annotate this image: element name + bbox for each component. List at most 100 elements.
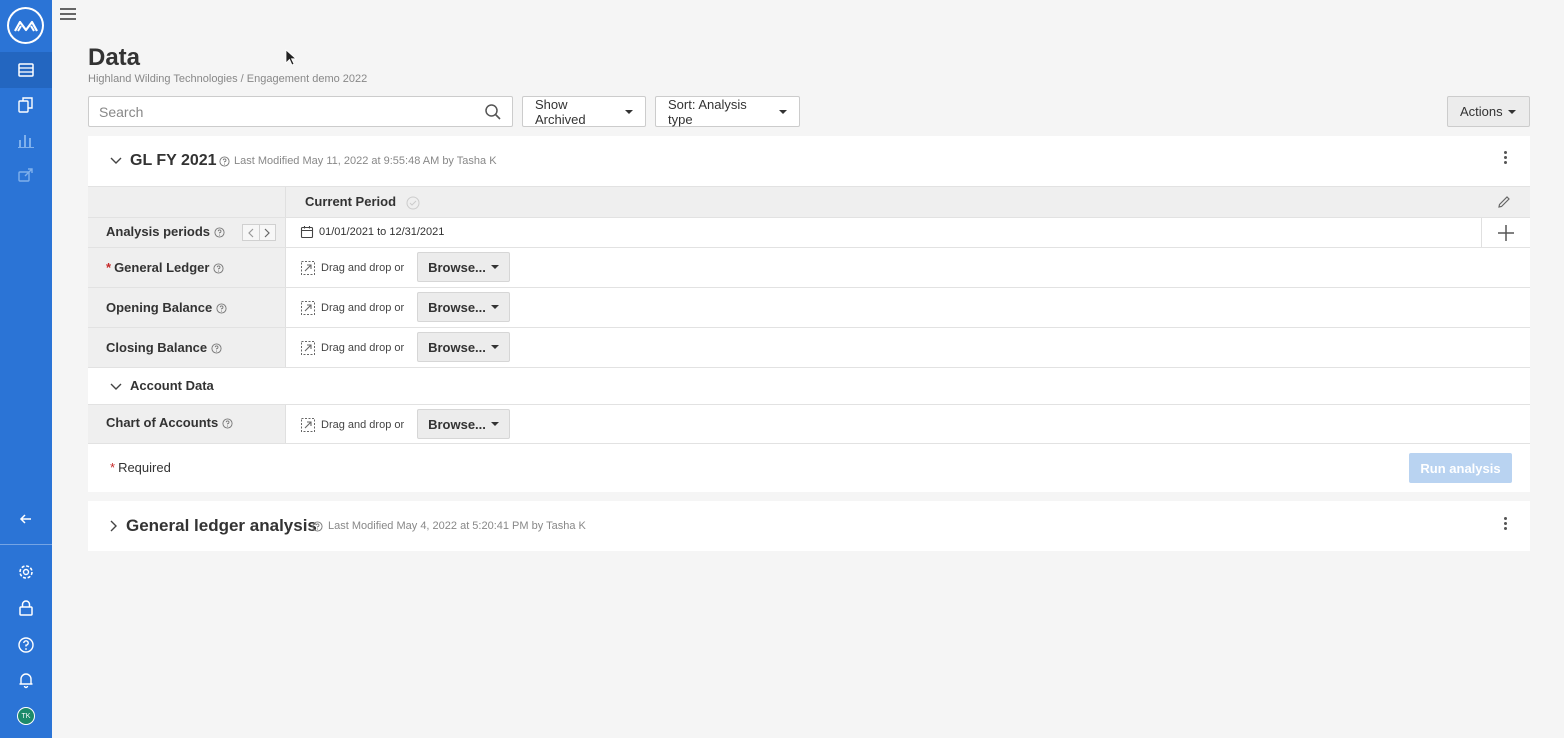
closing-balance-row: Closing Balance Drag and drop or Browse.… (88, 327, 1530, 367)
analysis-card: General ledger analysis Last Modified Ma… (88, 501, 1530, 551)
help-circle-icon[interactable] (219, 156, 230, 167)
account-data-section-header[interactable]: Account Data (88, 367, 1530, 404)
upload-file-icon (301, 341, 315, 355)
caret-down-icon (779, 109, 787, 114)
calendar-icon (300, 226, 314, 239)
browse-button[interactable]: Browse... (417, 409, 510, 439)
kebab-menu-icon[interactable] (1500, 515, 1510, 535)
browse-button[interactable]: Browse... (417, 292, 510, 322)
kebab-menu-icon[interactable] (1500, 149, 1510, 169)
collapse-sidebar-button[interactable] (0, 501, 52, 537)
chart-of-accounts-row: Chart of Accounts Drag and drop or Brows… (88, 404, 1530, 444)
page-title: Data (88, 44, 141, 71)
sort-label: Sort: Analysis type (668, 96, 747, 127)
caret-down-icon (1507, 109, 1516, 114)
pencil-icon[interactable] (1496, 194, 1512, 210)
sidebar-item-settings[interactable] (0, 554, 52, 590)
closing-balance-drop-area[interactable]: Drag and drop or (300, 340, 404, 356)
drop-text: Drag and drop or (321, 419, 405, 431)
analysis-title[interactable]: General ledger analysis (126, 516, 317, 536)
gear-icon (19, 565, 33, 579)
data-icon (18, 63, 34, 77)
date-range-text: 01/01/2021 to 12/31/2021 (319, 226, 445, 238)
chevron-right-icon[interactable] (109, 520, 119, 532)
show-archived-dropdown[interactable]: Show Archived (522, 96, 646, 127)
sidebar-item-files[interactable] (0, 87, 52, 123)
closing-balance-label: Closing Balance (106, 340, 222, 355)
analysis-meta: Last Modified May 4, 2022 at 5:20:41 PM … (328, 520, 586, 532)
browse-label: Browse... (428, 259, 486, 275)
help-circle-icon[interactable] (213, 263, 224, 274)
sidebar-item-help[interactable] (0, 627, 52, 663)
caret-down-icon (625, 109, 633, 114)
period-header-label: Current Period (305, 194, 397, 209)
search-input[interactable] (89, 97, 469, 126)
date-range[interactable]: 01/01/2021 to 12/31/2021 (300, 225, 444, 239)
chevron-down-icon[interactable] (110, 382, 122, 392)
next-period-button[interactable] (260, 225, 276, 240)
analysis-periods-row: Analysis periods 01/01/2021 to 12/31/202… (88, 217, 1530, 247)
browse-button[interactable]: Browse... (417, 332, 510, 362)
export-icon (18, 168, 33, 182)
analysis-periods-text: Analysis periods (106, 224, 211, 239)
closing-balance-text: Closing Balance (106, 340, 208, 355)
help-circle-icon[interactable] (222, 418, 233, 429)
drop-text: Drag and drop or (321, 342, 405, 354)
caret-down-icon (490, 265, 499, 269)
period-navigation (242, 224, 276, 241)
upload-file-icon (301, 301, 315, 315)
general-ledger-label-cell: * General Ledger (88, 248, 286, 287)
chart-of-accounts-label-cell: Chart of Accounts (88, 405, 286, 443)
help-circle-icon[interactable] (312, 521, 323, 532)
analysis-title[interactable]: GL FY 2021 (130, 152, 217, 170)
upload-file-icon (301, 261, 315, 275)
period-header-row: Current Period (88, 186, 1530, 217)
run-analysis-button[interactable]: Run analysis (1409, 453, 1512, 483)
help-circle-icon[interactable] (214, 227, 225, 238)
sidebar-item-export[interactable] (0, 157, 52, 193)
caret-down-icon (490, 305, 499, 309)
help-circle-icon[interactable] (211, 343, 222, 354)
help-circle-icon[interactable] (216, 303, 227, 314)
hamburger-menu-icon[interactable] (60, 6, 78, 22)
mouse-cursor-icon (285, 49, 297, 66)
plus-icon (1498, 224, 1514, 241)
analysis-periods-label: Analysis periods (106, 224, 225, 239)
chart-of-accounts-drop-area[interactable]: Drag and drop or (300, 417, 404, 433)
chart-icon (18, 135, 34, 148)
search-box (88, 96, 513, 127)
period-header-label-cell (88, 187, 286, 217)
opening-balance-text: Opening Balance (106, 300, 213, 315)
sidebar-item-notifications[interactable] (0, 662, 52, 698)
mindbridge-logo-icon[interactable] (7, 7, 44, 44)
opening-balance-drop-area[interactable]: Drag and drop or (300, 300, 404, 316)
sidebar-item-chart[interactable] (0, 122, 52, 158)
previous-period-button[interactable] (243, 225, 260, 240)
chevron-down-icon[interactable] (110, 156, 122, 166)
chart-of-accounts-label: Chart of Accounts (106, 415, 233, 430)
sidebar-item-security[interactable] (0, 590, 52, 626)
required-star: * (110, 460, 116, 475)
analysis-card: GL FY 2021 Last Modified May 11, 2022 at… (88, 136, 1530, 492)
search-icon[interactable] (484, 103, 502, 121)
lock-icon (19, 600, 33, 616)
general-ledger-label: * General Ledger (106, 260, 224, 275)
closing-balance-label-cell: Closing Balance (88, 328, 286, 367)
drop-text: Drag and drop or (321, 302, 405, 314)
files-icon (18, 97, 33, 113)
opening-balance-label: Opening Balance (106, 300, 227, 315)
caret-down-icon (490, 422, 499, 426)
back-arrow-icon (19, 514, 31, 524)
general-ledger-drop-area[interactable]: Drag and drop or (300, 260, 404, 276)
add-period-button[interactable] (1481, 218, 1530, 247)
caret-down-icon (490, 345, 499, 349)
browse-button[interactable]: Browse... (417, 252, 510, 282)
actions-dropdown[interactable]: Actions (1447, 96, 1530, 127)
breadcrumb[interactable]: Highland Wilding Technologies / Engageme… (88, 73, 367, 85)
sidebar-item-data[interactable] (0, 52, 52, 88)
required-star: * (106, 260, 112, 275)
analysis-periods-label-cell: Analysis periods (88, 218, 286, 247)
analysis-meta: Last Modified May 11, 2022 at 9:55:48 AM… (234, 155, 497, 167)
user-avatar-button[interactable]: TK (0, 698, 52, 734)
sort-dropdown[interactable]: Sort: Analysis type (655, 96, 800, 127)
